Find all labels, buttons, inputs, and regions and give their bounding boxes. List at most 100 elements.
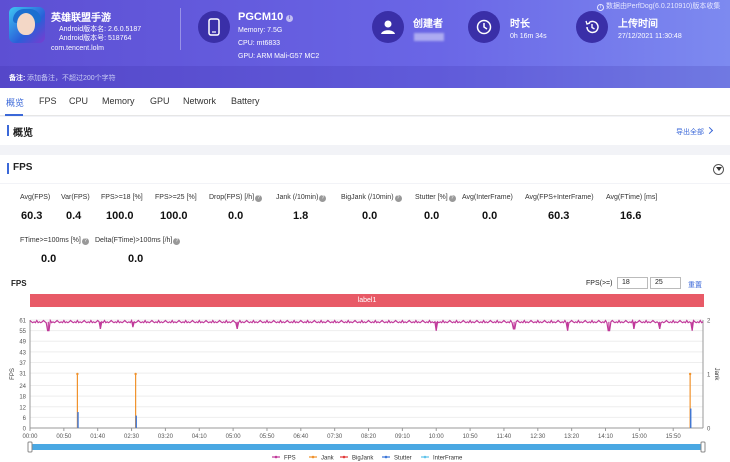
y-tick-label: 0 (23, 427, 27, 433)
y-tick-label: 49 (19, 340, 26, 346)
fps-threshold-input-1[interactable]: 18 (617, 277, 648, 289)
metric-label: Stutter [%]? (415, 194, 456, 202)
tab-overview[interactable]: 概览 (6, 96, 24, 109)
x-tick-label: 08:20 (361, 434, 377, 440)
y-tick-label: 6 (23, 416, 27, 422)
y-tick-label: 12 (19, 405, 26, 411)
metric-label: Jank (/10min)? (276, 194, 327, 202)
x-tick-label: 03:20 (158, 434, 174, 440)
fps-series-line (29, 318, 704, 332)
divider (180, 8, 181, 50)
help-icon[interactable]: ? (81, 238, 89, 245)
metric-value: 0.0 (482, 210, 498, 222)
x-tick-label: 15:00 (632, 434, 648, 440)
help-icon[interactable]: ? (173, 238, 181, 245)
metric-value: 16.6 (620, 210, 642, 222)
creator-title: 创建者 (413, 19, 443, 30)
legend-swatch-dot (311, 455, 315, 459)
tab-cpu[interactable]: CPU (69, 96, 88, 106)
metric-value: 0.0 (228, 210, 244, 222)
x-tick-label: 06:40 (293, 434, 309, 440)
tab-bar: 概览 FPS CPU Memory GPU Network Battery (0, 88, 730, 116)
user-icon (372, 11, 404, 43)
x-tick-label: 10:00 (429, 434, 445, 440)
active-tab-indicator (5, 114, 23, 116)
x-tick-label: 11:40 (497, 434, 512, 440)
fps-threshold-input-2[interactable]: 25 (650, 277, 681, 289)
device-cpu: CPU: mt6833 (238, 40, 281, 47)
metric-value: 60.3 (548, 210, 570, 222)
metric-value: 0.0 (362, 210, 378, 222)
metric-value: 1.8 (293, 210, 309, 222)
metric-value: 100.0 (160, 210, 188, 222)
y-tick-label: 18 (19, 395, 26, 401)
creator-name-redacted (414, 33, 444, 41)
help-icon[interactable]: ? (255, 195, 263, 202)
legend-label: Jank (321, 456, 335, 462)
legend-swatch-dot (274, 455, 278, 459)
legend-label: Stutter (394, 456, 412, 462)
tab-network[interactable]: Network (183, 96, 216, 106)
y-tick-label: 31 (19, 372, 26, 378)
history-icon (576, 11, 608, 43)
legend-swatch-dot (384, 455, 388, 459)
metric-label: Delta(FTime)>100ms [/h]? (95, 237, 181, 245)
upload-time-value: 27/12/2021 11:30:48 (618, 33, 682, 40)
chevron-right-icon (705, 126, 714, 135)
y2-tick-label: 0 (707, 427, 711, 433)
slider-handle-right (700, 441, 706, 453)
chart-title: FPS (11, 279, 27, 288)
remark-bar: 备注: 添加备注，不超过200个字符 (0, 66, 730, 88)
x-tick-label: 04:10 (192, 434, 208, 440)
overview-section-header: 概览 (0, 117, 730, 145)
help-icon[interactable]: ? (448, 195, 456, 202)
tab-memory[interactable]: Memory (102, 96, 135, 106)
y-tick-label: 61 (19, 319, 26, 325)
metric-label: Avg(InterFrame) (462, 194, 513, 201)
export-all-button[interactable]: 导出全部 (676, 126, 714, 137)
x-tick-label: 02:30 (124, 434, 140, 440)
metric-value: 0.0 (424, 210, 440, 222)
y2-tick-label: 2 (707, 319, 711, 325)
metric-label: Avg(FPS) (20, 194, 51, 201)
info-icon: i (597, 4, 604, 11)
time-range-slider (30, 444, 703, 450)
device-gpu: GPU: ARM Mali-G57 MC2 (238, 53, 320, 60)
legend-swatch-dot (342, 455, 346, 459)
tab-battery[interactable]: Battery (231, 96, 260, 106)
device-name: PGCM10 i (238, 11, 294, 23)
info-icon[interactable]: i (286, 15, 294, 22)
metric-label: FPS>=18 [%] (101, 194, 143, 201)
tab-gpu[interactable]: GPU (150, 96, 170, 106)
section-marker (7, 125, 9, 136)
x-tick-label: 14:10 (598, 434, 614, 440)
x-tick-label: 12:30 (530, 434, 546, 440)
collapse-toggle-icon[interactable] (713, 164, 724, 175)
reset-button[interactable]: 重置 (688, 280, 702, 290)
metric-label: Avg(FTime) [ms] (606, 194, 658, 201)
package-name: com.tencent.lolm (51, 45, 104, 52)
x-tick-label: 05:00 (226, 434, 242, 440)
jank-point (76, 372, 79, 376)
y-tick-label: 43 (19, 350, 26, 356)
help-icon[interactable]: ? (319, 195, 327, 202)
x-tick-label: 07:30 (327, 434, 343, 440)
x-tick-label: 00:00 (22, 434, 38, 440)
overview-title: 概览 (13, 128, 33, 139)
fps-section-title: FPS (13, 162, 33, 173)
device-memory: Memory: 7.5G (238, 27, 283, 34)
remark-input[interactable]: 添加备注，不超过200个字符 (27, 73, 116, 83)
legend-label: FPS (284, 456, 296, 462)
duration-value: 0h 16m 34s (510, 33, 547, 40)
phone-icon (198, 11, 230, 43)
metric-value: 0.4 (66, 210, 82, 222)
fps-section-header: FPS (0, 155, 730, 183)
section-marker (7, 163, 9, 174)
help-icon[interactable]: ? (394, 195, 402, 202)
tab-fps[interactable]: FPS (39, 96, 57, 106)
fps-chart[interactable]: 06121824313743495561012FPS Jank00:00 00:50… (0, 306, 730, 462)
metric-label: Avg(FPS+InterFrame) (525, 194, 594, 201)
metric-value: 60.3 (21, 210, 43, 222)
x-tick-label: 00:50 (56, 434, 72, 440)
jank-point (688, 372, 692, 376)
